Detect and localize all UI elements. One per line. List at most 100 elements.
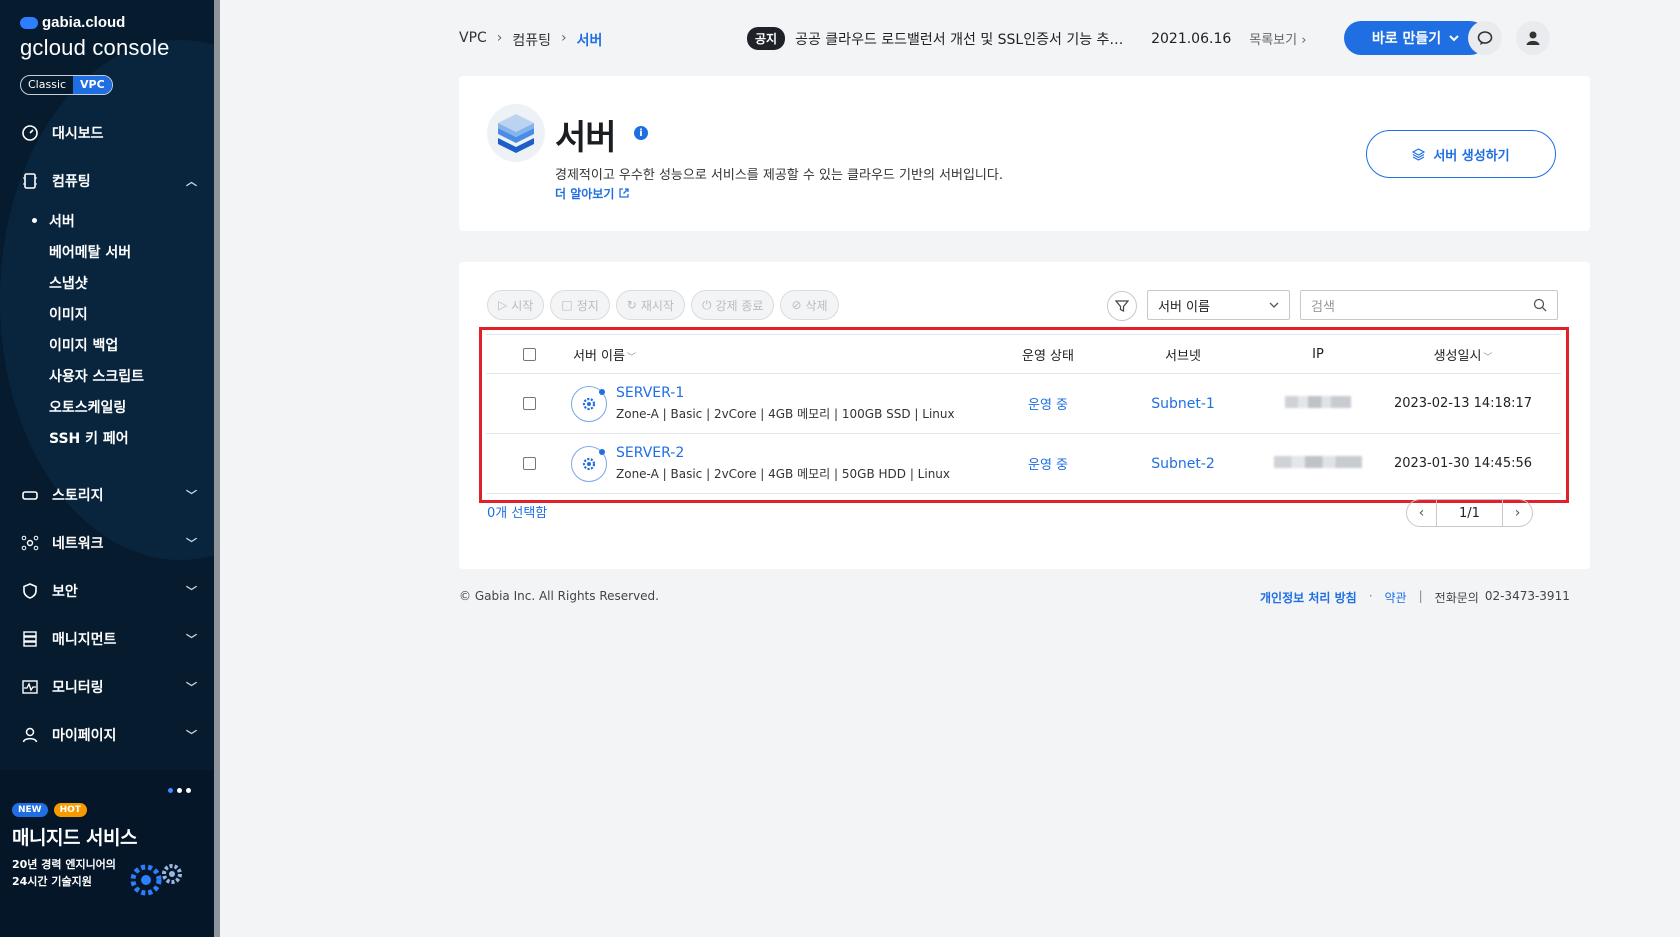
learn-more-link[interactable]: 더 알아보기 — [555, 185, 629, 202]
subnet-link[interactable]: Subnet-1 — [1128, 396, 1238, 412]
sidebar-subitem-autoscaling[interactable]: 오토스케일링 — [0, 391, 220, 422]
cloud-logo-icon — [20, 16, 38, 29]
chevron-up-icon: ︿ — [186, 175, 197, 188]
server-list-card: ▷ 시작 □ 정지 ↻ 재시작 ⏻ 강제 종료 ⊘ 삭제 서버 이름 검색 서버 이름 ﹀ … — [459, 262, 1590, 569]
force-stop-button[interactable]: ⏻ 강제 종료 — [690, 290, 775, 320]
column-header-created[interactable]: 생성일시 ﹀ — [1378, 345, 1548, 364]
chip-icon — [20, 171, 40, 191]
page-header-card: 서버 i 경제적이고 우수한 성능으로 서비스를 제공할 수 있는 클라우드 기… — [459, 76, 1590, 231]
layers-icon — [1412, 147, 1426, 161]
table-row[interactable]: SERVER-2 Zone-A | Basic | 2vCore | 4GB 메… — [486, 434, 1561, 494]
chat-icon — [1477, 31, 1493, 45]
column-header-name[interactable]: 서버 이름 ﹀ — [573, 345, 636, 364]
sidebar-subitem-image-backup[interactable]: 이미지 백업 — [0, 329, 220, 360]
sidebar-item-label: 매니지먼트 — [52, 632, 117, 648]
sidebar-item-label: 모니터링 — [52, 680, 104, 696]
search-icon[interactable] — [1533, 298, 1547, 312]
sort-icon: ﹀ — [1483, 352, 1493, 363]
sidebar-item-label: 스토리지 — [52, 488, 104, 504]
server-name-link[interactable]: SERVER-1 — [616, 385, 684, 401]
sidebar-item-security[interactable]: 보안 ﹀ — [0, 567, 220, 615]
filter-icon — [1115, 300, 1129, 312]
sidebar-subitem-user-script[interactable]: 사용자 스크립트 — [0, 360, 220, 391]
dashboard-icon — [20, 123, 40, 143]
breadcrumb-separator-icon: › — [496, 30, 503, 46]
quick-create-button[interactable]: 바로 만들기 — [1344, 21, 1487, 55]
stop-label: 정지 — [576, 298, 599, 313]
row-checkbox[interactable] — [523, 397, 536, 410]
breadcrumb-computing[interactable]: 컴퓨팅 — [512, 30, 551, 50]
ip-address-redacted — [1258, 395, 1378, 412]
create-server-label: 서버 생성하기 — [1433, 148, 1510, 164]
column-header-state: 운영 상태 — [1022, 348, 1074, 364]
sidebar-item-mypage[interactable]: 마이페이지 ﹀ — [0, 711, 220, 759]
server-gear-icon — [571, 445, 607, 482]
search-placeholder: 검색 — [1311, 299, 1335, 315]
hot-badge: HOT — [53, 803, 87, 817]
carousel-dots[interactable] — [168, 788, 191, 793]
filter-button[interactable] — [1107, 291, 1137, 321]
server-gear-icon — [571, 385, 607, 422]
gears-icon — [130, 864, 182, 896]
chat-button[interactable] — [1468, 21, 1502, 55]
terms-link[interactable]: 약관 — [1385, 589, 1407, 606]
sidebar-subitem-server[interactable]: 서버 — [0, 205, 220, 236]
footer-links: 개인정보 처리 방침 · 약관 | 전화문의 02-3473-3911 — [1260, 589, 1570, 606]
page-indicator: 1/1 — [1459, 505, 1480, 521]
chevron-down-icon: ﹀ — [186, 729, 197, 742]
notice-bar[interactable]: 공지 공공 클라우드 로드밸런서 개선 및 SSL인증서 기능 추… 2021.… — [747, 27, 1306, 50]
stop-button[interactable]: □ 정지 — [550, 290, 610, 320]
ip-address-redacted — [1258, 455, 1378, 472]
toggle-classic[interactable]: Classic — [21, 76, 73, 94]
notice-list-link[interactable]: 목록보기 › — [1249, 29, 1306, 48]
toggle-vpc[interactable]: VPC — [73, 76, 112, 94]
subnet-link[interactable]: Subnet-2 — [1128, 456, 1238, 472]
sidebar-item-label: 마이페이지 — [52, 728, 117, 744]
sidebar-item-management[interactable]: 매니지먼트 ﹀ — [0, 615, 220, 663]
row-checkbox[interactable] — [523, 457, 536, 470]
footer-separator: | — [1418, 589, 1423, 603]
notice-text[interactable]: 공공 클라우드 로드밸런서 개선 및 SSL인증서 기능 추… — [795, 29, 1125, 49]
server-state: 운영 중 — [1027, 398, 1068, 413]
start-button[interactable]: ▷ 시작 — [487, 290, 545, 320]
server-name-link[interactable]: SERVER-2 — [616, 445, 684, 461]
search-input[interactable]: 검색 — [1300, 290, 1558, 320]
brand-logo[interactable]: gabia.cloud gcloud console — [0, 0, 220, 61]
sidebar-subitem-image[interactable]: 이미지 — [0, 298, 220, 329]
sidebar-subitem-baremetal[interactable]: 베어메탈 서버 — [0, 236, 220, 267]
restart-button[interactable]: ↻ 재시작 — [615, 290, 685, 320]
profile-button[interactable] — [1516, 21, 1550, 55]
prev-page-button[interactable]: ‹ — [1407, 500, 1437, 526]
sidebar-subitem-ssh-keypair[interactable]: SSH 키 페어 — [0, 422, 220, 453]
info-icon[interactable]: i — [634, 126, 648, 140]
sidebar-item-network[interactable]: 네트워크 ﹀ — [0, 519, 220, 567]
classic-vpc-toggle[interactable]: Classic VPC — [20, 75, 113, 95]
next-page-button[interactable]: › — [1502, 500, 1532, 526]
select-all-checkbox[interactable] — [523, 347, 536, 361]
search-field-select[interactable]: 서버 이름 — [1147, 290, 1290, 320]
sidebar-subitem-snapshot[interactable]: 스냅샷 — [0, 267, 220, 298]
sidebar-item-computing[interactable]: 컴퓨팅 ︿ — [0, 157, 220, 205]
server-spec: Zone-A | Basic | 2vCore | 4GB 메모리 | 50GB… — [616, 467, 951, 481]
privacy-policy-link[interactable]: 개인정보 처리 방침 — [1260, 589, 1357, 606]
delete-label: 삭제 — [805, 298, 828, 313]
sidebar-item-storage[interactable]: 스토리지 ﹀ — [0, 471, 220, 519]
chevron-down-icon: ﹀ — [186, 585, 197, 598]
delete-button[interactable]: ⊘ 삭제 — [780, 290, 839, 320]
server-table: 서버 이름 ﹀ 운영 상태 서브넷 IP 생성일시 ﹀ SERVER-1 Zone-… — [486, 334, 1561, 494]
sidebar-item-monitoring[interactable]: 모니터링 ﹀ — [0, 663, 220, 711]
sidebar-item-label: 컴퓨팅 — [52, 174, 91, 190]
sort-icon: ﹀ — [626, 352, 636, 363]
chevron-down-icon: ﹀ — [186, 489, 197, 502]
promo-banner[interactable]: NEW HOT 매니지드 서비스 20년 경력 엔지니어의 24시간 기술지원 — [0, 770, 214, 937]
page-description: 경제적이고 우수한 성능으로 서비스를 제공할 수 있는 클라우드 기반의 서버… — [555, 168, 1003, 183]
sidebar-item-dashboard[interactable]: 대시보드 — [0, 109, 220, 157]
create-server-button[interactable]: 서버 생성하기 — [1366, 130, 1556, 178]
phone-label: 전화문의 — [1434, 591, 1479, 605]
breadcrumb-vpc[interactable]: VPC — [459, 30, 487, 50]
brand-main-text: gcloud console — [20, 35, 170, 60]
management-icon — [20, 629, 40, 649]
column-header-ip: IP — [1312, 346, 1324, 362]
server-state: 운영 중 — [1027, 458, 1068, 473]
table-row[interactable]: SERVER-1 Zone-A | Basic | 2vCore | 4GB 메… — [486, 374, 1561, 434]
